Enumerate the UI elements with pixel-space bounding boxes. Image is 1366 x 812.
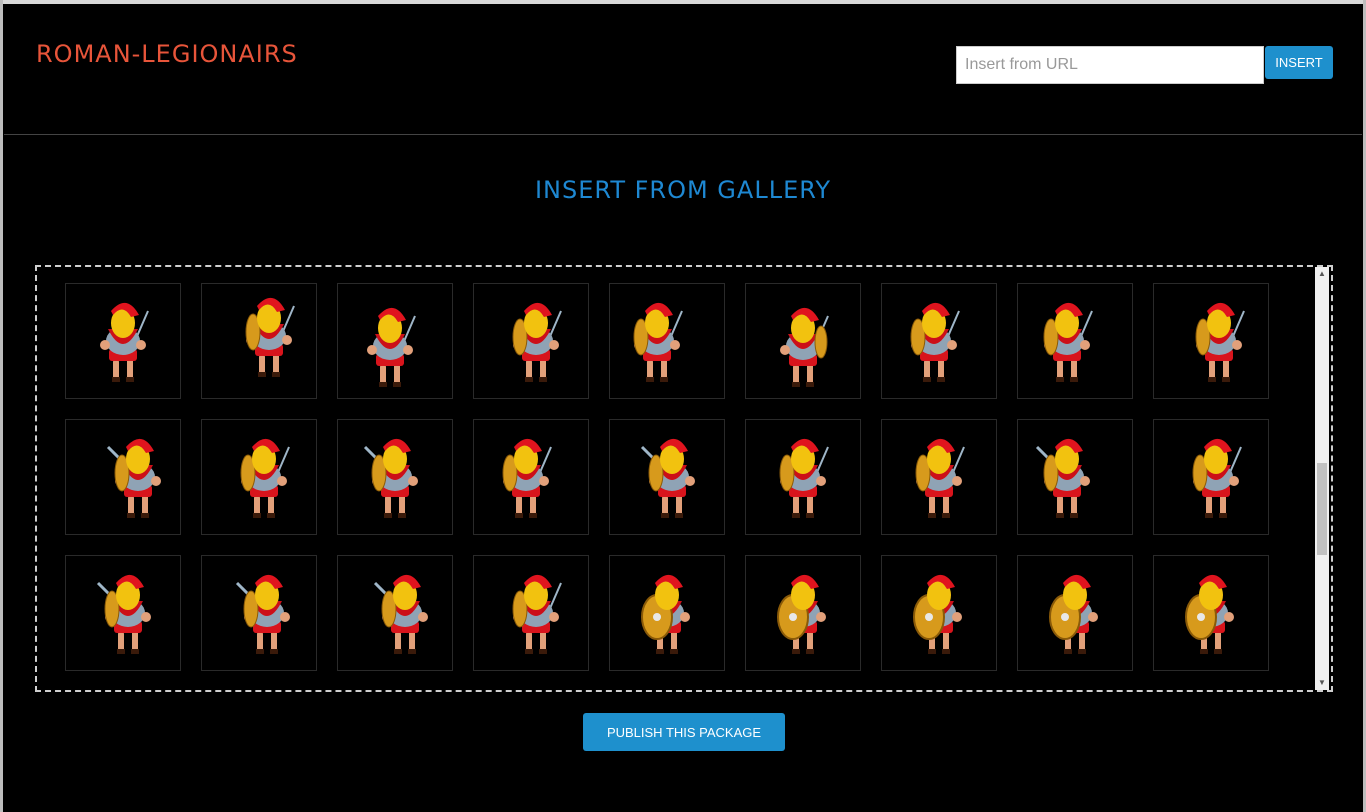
- package-title: ROMAN-LEGIONAIRS: [36, 40, 298, 68]
- roman-legionary-sprite-icon: [512, 574, 562, 654]
- gallery-scrollbar[interactable]: ▲ ▼: [1315, 267, 1329, 690]
- roman-legionary-sprite-icon: [96, 574, 151, 654]
- roman-legionary-sprite-icon: [640, 438, 695, 518]
- gallery-item[interactable]: [609, 419, 725, 535]
- roman-legionary-sprite-icon: [1043, 302, 1093, 382]
- window-left-border: [0, 0, 3, 812]
- gallery-item[interactable]: [201, 419, 317, 535]
- insert-button[interactable]: INSERT: [1265, 46, 1333, 79]
- roman-legionary-sprite-icon: [633, 302, 683, 382]
- roman-legionary-sprite-icon: [1049, 574, 1098, 654]
- window-top-border: [0, 0, 1366, 4]
- gallery-item[interactable]: [1017, 419, 1133, 535]
- roman-legionary-sprite-icon: [235, 574, 290, 654]
- gallery-item[interactable]: [337, 555, 453, 671]
- gallery-item[interactable]: [881, 283, 997, 399]
- roman-legionary-sprite-icon: [910, 302, 960, 382]
- roman-legionary-sprite-icon: [1192, 438, 1242, 518]
- roman-legionary-sprite-icon: [913, 574, 962, 654]
- gallery-item[interactable]: [473, 555, 589, 671]
- roman-legionary-sprite-icon: [1035, 438, 1090, 518]
- gallery-title: INSERT FROM GALLERY: [534, 176, 832, 204]
- roman-legionary-sprite-icon: [915, 438, 965, 518]
- gallery-item[interactable]: [337, 283, 453, 399]
- gallery-item[interactable]: [65, 555, 181, 671]
- gallery-item[interactable]: [201, 555, 317, 671]
- gallery-item[interactable]: [609, 555, 725, 671]
- gallery-item[interactable]: [745, 419, 861, 535]
- roman-legionary-sprite-icon: [1185, 574, 1234, 654]
- header-divider: [4, 134, 1362, 135]
- gallery-item[interactable]: [201, 283, 317, 399]
- scroll-down-arrow-icon[interactable]: ▼: [1315, 676, 1329, 690]
- gallery-item[interactable]: [1017, 283, 1133, 399]
- roman-legionary-sprite-icon: [240, 438, 290, 518]
- roman-legionary-sprite-icon: [363, 438, 418, 518]
- gallery-item[interactable]: [1153, 419, 1269, 535]
- roman-legionary-sprite-icon: [780, 307, 829, 387]
- roman-legionary-sprite-icon: [106, 438, 161, 518]
- scroll-thumb[interactable]: [1317, 463, 1327, 555]
- gallery-item[interactable]: [609, 283, 725, 399]
- roman-legionary-sprite-icon: [512, 302, 562, 382]
- roman-legionary-sprite-icon: [779, 438, 829, 518]
- gallery-item[interactable]: [473, 283, 589, 399]
- gallery-item[interactable]: [745, 555, 861, 671]
- gallery-item[interactable]: [65, 283, 181, 399]
- gallery-item[interactable]: [65, 419, 181, 535]
- roman-legionary-sprite-icon: [367, 307, 416, 387]
- roman-legionary-sprite-icon: [373, 574, 428, 654]
- roman-legionary-sprite-icon: [1195, 302, 1245, 382]
- gallery-item[interactable]: [745, 283, 861, 399]
- publish-button[interactable]: PUBLISH THIS PACKAGE: [583, 713, 785, 751]
- gallery-panel: ▲ ▼: [35, 265, 1333, 692]
- gallery-item[interactable]: [473, 419, 589, 535]
- gallery-item[interactable]: [337, 419, 453, 535]
- roman-legionary-sprite-icon: [245, 297, 295, 377]
- gallery-item[interactable]: [1017, 555, 1133, 671]
- roman-legionary-sprite-icon: [502, 438, 552, 518]
- scroll-up-arrow-icon[interactable]: ▲: [1315, 267, 1329, 281]
- roman-legionary-sprite-icon: [100, 302, 149, 382]
- gallery-item[interactable]: [881, 555, 997, 671]
- gallery-item[interactable]: [1153, 555, 1269, 671]
- gallery-item[interactable]: [881, 419, 997, 535]
- gallery-item[interactable]: [1153, 283, 1269, 399]
- url-input[interactable]: [956, 46, 1264, 84]
- roman-legionary-sprite-icon: [641, 574, 690, 654]
- roman-legionary-sprite-icon: [777, 574, 826, 654]
